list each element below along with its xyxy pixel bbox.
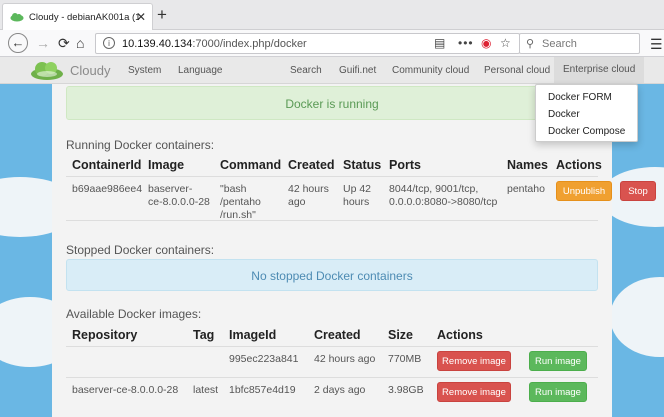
url-text[interactable]: 10.139.40.134:7000/index.php/docker [122,38,307,50]
running-containers-title: Running Docker containers: [66,138,215,152]
container-id: b69aae986ee4 [72,183,143,195]
nav-enterprise-cloud[interactable]: Enterprise cloud [554,57,645,83]
image-created: 2 days ago [314,384,366,396]
image-id: 995ec223a841 [229,353,299,365]
container-created: 42 hours ago [288,183,329,209]
command-line: "bash [220,183,247,195]
table-divider [66,176,598,177]
unpublish-button[interactable]: Unpublish [556,181,612,201]
no-stopped-containers-alert: No stopped Docker containers [66,259,598,291]
image-line: baserver- [148,183,193,195]
brand-name[interactable]: Cloudy [70,63,110,78]
back-arrow-icon[interactable]: ← [8,33,28,53]
stop-button[interactable]: Stop [620,181,656,201]
home-icon[interactable]: ⌂ [76,35,84,51]
url-bar[interactable]: i 10.139.40.134:7000/index.php/docker ▤ … [95,33,520,54]
container-status: Up 42 hours [343,183,371,209]
dropdown-item-docker-compose[interactable]: Docker Compose [548,126,625,137]
nav-guifi[interactable]: Guifi.net [339,65,376,76]
pocket-icon[interactable]: ◉ [481,36,491,50]
search-placeholder: Search [542,38,577,50]
ports-line: 0.0.0.0:8080->8080/tcp [389,196,498,208]
image-id: 1bfc857e4d19 [229,384,296,396]
nav-language[interactable]: Language [178,65,223,76]
nav-community-cloud[interactable]: Community cloud [392,65,469,76]
tab-title: Cloudy - debianAK001a (10.139. [29,11,139,23]
run-image-button[interactable]: Run image [529,382,587,402]
col-header-actions: Actions [556,158,602,172]
stopped-containers-title: Stopped Docker containers: [66,243,215,257]
col-header-image: Image [148,158,185,172]
nav-system[interactable]: System [128,65,161,76]
col-header-imageid: ImageId [229,328,277,342]
cloudy-logo[interactable] [30,59,64,81]
search-box[interactable]: ⚲ Search [519,33,640,54]
main-content: Docker is running Running Docker contain… [52,84,612,417]
image-repository: baserver-ce-8.0.0.0-28 [72,384,179,396]
browser-toolbar: ← → ⟳ ⌂ i 10.139.40.134:7000/index.php/d… [0,30,664,57]
image-line: ce-8.0.0.0-28 [148,196,210,208]
menu-icon[interactable]: ☰ [650,36,663,53]
run-image-button[interactable]: Run image [529,351,587,371]
col-header-tag: Tag [193,328,215,342]
cloud-favicon [10,13,24,22]
table-divider [66,220,598,221]
command-line: /pentaho [220,196,261,208]
image-created: 42 hours ago [314,353,376,365]
tab-close-icon[interactable]: ✕ [136,10,146,24]
search-icon: ⚲ [526,38,535,50]
new-tab-button[interactable]: + [157,5,167,25]
col-header-image-actions: Actions [437,328,483,342]
nav-personal-cloud[interactable]: Personal cloud [484,65,550,76]
container-command: "bash/pentaho/run.sh" [220,183,261,222]
enterprise-cloud-dropdown: Docker FORM Docker Docker Compose [535,84,638,142]
browser-tab[interactable]: Cloudy - debianAK001a (10.139. ✕ [2,3,153,30]
url-path: :7000/index.php/docker [192,38,307,50]
remove-image-button[interactable]: Remove image [437,351,511,371]
col-header-containerid: ContainerId [72,158,142,172]
col-header-command: Command [220,158,282,172]
image-size: 770MB [388,353,422,365]
image-size: 3.98GB [388,384,424,396]
table-divider [66,377,598,378]
status-line: Up 42 [343,183,372,195]
url-host: 10.139.40.134 [122,38,193,50]
nav-search[interactable]: Search [290,65,322,76]
dropdown-item-docker[interactable]: Docker [548,109,580,120]
browser-tab-bar: Cloudy - debianAK001a (10.139. ✕ + [0,0,664,30]
table-divider [66,346,598,347]
container-ports: 8044/tcp, 9001/tcp, 0.0.0.0:8080->8080/tc… [389,183,497,209]
created-line: 42 hours [288,183,329,195]
container-names: pentaho [507,183,545,195]
status-line: hours [343,196,370,208]
col-header-created: Created [288,158,335,172]
forward-arrow-icon[interactable]: → [36,35,50,51]
col-header-ports: Ports [389,158,421,172]
more-icon[interactable]: ••• [458,36,474,50]
background-cloud [610,277,664,357]
container-image: baserver-ce-8.0.0.0-28 [148,183,210,209]
col-header-names: Names [507,158,548,172]
created-line: ago [288,196,306,208]
remove-image-button[interactable]: Remove image [437,382,511,402]
image-tag: latest [193,384,219,396]
col-header-size: Size [388,328,414,342]
ports-line: 8044/tcp, 9001/tcp, [389,183,479,195]
site-navbar: Cloudy System Language Search Guifi.net … [0,57,664,84]
docker-status-alert: Docker is running [66,86,598,120]
dropdown-item-docker-form[interactable]: Docker FORM [548,92,612,103]
col-header-repository: Repository [72,328,138,342]
reader-icon[interactable]: ▤ [434,36,445,50]
col-header-image-created: Created [314,328,361,342]
col-header-status: Status [343,158,382,172]
bookmark-star-icon[interactable]: ☆ [500,36,511,50]
reload-icon[interactable]: ⟳ [58,35,70,51]
info-icon[interactable]: i [103,37,115,49]
available-images-title: Available Docker images: [66,307,202,321]
